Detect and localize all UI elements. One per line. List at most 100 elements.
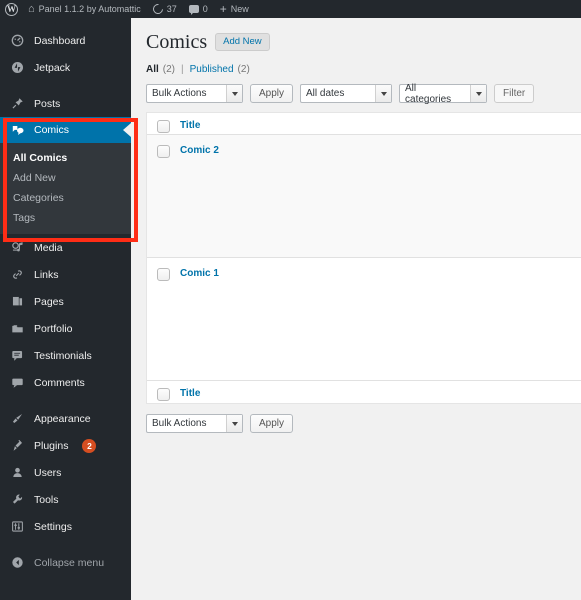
plug-icon (10, 439, 25, 452)
comics-submenu: All Comics Add New Categories Tags (0, 143, 131, 234)
comments-menu[interactable]: 0 (183, 0, 214, 18)
sidebar-item-dashboard[interactable]: Dashboard (0, 27, 131, 54)
new-label: New (230, 4, 249, 14)
sidebar-item-label: Comics (34, 124, 70, 136)
wrench-icon (10, 493, 25, 506)
table-toolbar-top: Bulk Actions Apply All dates All categor… (146, 83, 581, 105)
table-row[interactable]: Comic 2 (147, 135, 581, 258)
dates-filter-select[interactable]: All dates (300, 84, 393, 103)
row-checkbox[interactable] (157, 145, 170, 158)
sidebar-item-posts[interactable]: Posts (0, 90, 131, 117)
add-new-button[interactable]: Add New (215, 32, 270, 52)
comments-icon (188, 5, 199, 15)
plus-icon: + (219, 2, 227, 16)
new-content-menu[interactable]: + New (214, 0, 255, 18)
table-row[interactable]: Comic 1 (147, 258, 581, 381)
home-icon: ⌂ (28, 2, 35, 15)
link-chain-icon (10, 268, 25, 281)
current-menu-arrow-icon (123, 123, 131, 137)
sidebar-item-comments[interactable]: Comments (0, 369, 131, 396)
bulk-actions-select-bottom[interactable]: Bulk Actions (146, 414, 243, 433)
page-title: Comics (146, 31, 208, 53)
site-name-menu[interactable]: ⌂ Panel 1.1.2 by Automattic (22, 0, 147, 18)
collapse-arrow-icon (10, 556, 25, 569)
sidebar-item-label: Media (34, 241, 63, 254)
filter-button[interactable]: Filter (494, 84, 535, 103)
column-header-title[interactable]: Title (180, 119, 200, 133)
admin-sidebar-menu: Dashboard Jetpack Posts Comics All Comic… (0, 18, 131, 600)
sidebar-item-label: Posts (34, 97, 61, 110)
sidebar-item-testimonials[interactable]: Testimonials (0, 342, 131, 369)
sidebar-item-label: Dashboard (34, 34, 86, 47)
row-checkbox[interactable] (157, 268, 170, 281)
table-header-row: Title (147, 113, 581, 135)
sidebar-item-label: Links (34, 268, 59, 281)
chevron-down-icon (226, 85, 242, 102)
dates-filter-value: All dates (306, 88, 345, 99)
comments-count: 0 (202, 4, 208, 14)
sidebar-item-plugins[interactable]: Plugins 2 (0, 432, 131, 459)
submenu-item-categories[interactable]: Categories (0, 188, 131, 208)
plugins-update-badge: 2 (82, 438, 97, 453)
jetpack-icon (10, 61, 25, 74)
select-all-checkbox-top[interactable] (157, 120, 170, 133)
wordpress-logo-menu[interactable]: W (0, 0, 22, 18)
sidebar-item-tools[interactable]: Tools (0, 486, 131, 513)
row-title-link[interactable]: Comic 1 (180, 267, 219, 281)
sidebar-item-label: Jetpack (34, 61, 71, 74)
table-toolbar-bottom: Bulk Actions Apply (146, 414, 581, 433)
comics-icon (10, 124, 25, 137)
sidebar-item-collapse-menu[interactable]: Collapse menu (0, 549, 131, 576)
portfolio-icon (10, 322, 25, 335)
sidebar-item-label: Appearance (34, 412, 91, 425)
bulk-actions-value: Bulk Actions (152, 418, 207, 429)
bulk-actions-select-top[interactable]: Bulk Actions (146, 84, 243, 103)
sidebar-item-portfolio[interactable]: Portfolio (0, 315, 131, 342)
sidebar-item-pages[interactable]: Pages (0, 288, 131, 315)
sidebar-item-label: Comments (34, 376, 85, 389)
settings-sliders-icon (10, 520, 25, 533)
admin-bar: W ⌂ Panel 1.1.2 by Automattic 37 0 + New (0, 0, 581, 18)
sidebar-item-users[interactable]: Users (0, 459, 131, 486)
chevron-down-icon (470, 85, 487, 102)
wordpress-admin-screen: W ⌂ Panel 1.1.2 by Automattic 37 0 + New… (0, 0, 581, 600)
sidebar-item-label: Users (34, 466, 62, 479)
view-count-published: (2) (237, 64, 250, 75)
view-link-all[interactable]: All (146, 64, 159, 75)
view-separator: | (181, 64, 184, 75)
sidebar-item-label: Testimonials (34, 349, 92, 362)
submenu-item-all-comics[interactable]: All Comics (0, 148, 131, 168)
sidebar-item-jetpack[interactable]: Jetpack (0, 54, 131, 81)
sidebar-item-appearance[interactable]: Appearance (0, 405, 131, 432)
sidebar-item-links[interactable]: Links (0, 261, 131, 288)
testimonials-icon (10, 349, 25, 362)
main-content-area: Comics Add New All (2) | Published (2) B… (131, 18, 581, 600)
row-title-link[interactable]: Comic 2 (180, 144, 219, 158)
site-name-label: Panel 1.1.2 by Automattic (38, 4, 141, 14)
view-count-all: (2) (162, 64, 176, 75)
sidebar-item-label: Plugins (34, 439, 69, 452)
apply-button-bottom[interactable]: Apply (250, 414, 294, 433)
updates-count: 37 (166, 4, 177, 14)
submenu-item-add-new[interactable]: Add New (0, 168, 131, 188)
chevron-down-icon (375, 85, 392, 102)
sidebar-item-comics[interactable]: Comics (0, 117, 131, 143)
column-footer-title[interactable]: Title (180, 387, 200, 401)
table-footer-row: Title (147, 381, 581, 403)
comics-list-table: Title Comic 2 Comic 1 Title (146, 112, 581, 404)
view-link-published[interactable]: Published (190, 64, 234, 75)
select-all-checkbox-bottom[interactable] (157, 388, 170, 401)
wordpress-logo-icon: W (5, 2, 18, 16)
categories-filter-select[interactable]: All categories (399, 83, 488, 105)
comment-bubble-icon (10, 376, 25, 389)
sidebar-item-label: Pages (34, 295, 64, 308)
apply-button-top[interactable]: Apply (250, 84, 294, 103)
sidebar-item-settings[interactable]: Settings (0, 513, 131, 540)
pages-icon (10, 295, 25, 308)
sidebar-item-label: Tools (34, 493, 59, 506)
updates-menu[interactable]: 37 (147, 0, 183, 18)
sidebar-item-label: Collapse menu (34, 556, 105, 569)
submenu-item-tags[interactable]: Tags (0, 208, 131, 228)
updates-icon (150, 1, 165, 17)
sidebar-item-media[interactable]: Media (0, 234, 131, 261)
